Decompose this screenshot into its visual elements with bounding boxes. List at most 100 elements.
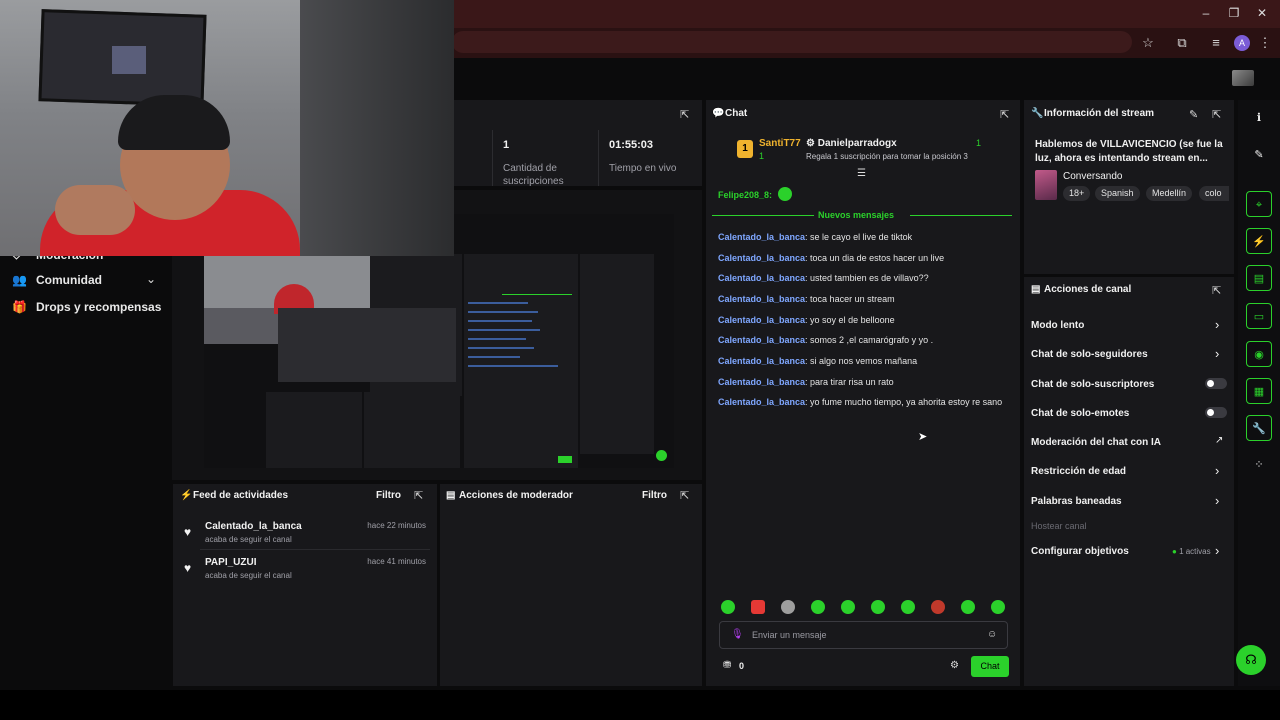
action-ai-moderation[interactable]: Moderación del chat con IA — [1031, 437, 1161, 448]
emote-icon[interactable] — [991, 600, 1005, 614]
lightning-icon[interactable]: ⚡ — [1246, 228, 1272, 254]
extensions-icon[interactable]: ⧉ — [1173, 35, 1191, 51]
emote-icon[interactable] — [901, 600, 915, 614]
chat-username[interactable]: Calentado_la_banca — [718, 294, 805, 304]
category-thumbnail[interactable] — [1035, 170, 1057, 200]
stream-tag[interactable]: 18+ — [1063, 186, 1091, 201]
preview-new-line — [502, 294, 572, 295]
popout-icon[interactable]: ⇱ — [680, 489, 689, 502]
preview-chat — [464, 254, 578, 468]
popout-icon[interactable]: ⇱ — [680, 108, 689, 121]
chat-text: : toca hacer un stream — [805, 294, 895, 304]
edit-pencil-icon[interactable]: ✎ — [1189, 108, 1198, 121]
chat-bubble-icon[interactable]: ▭ — [1246, 303, 1272, 329]
lightning-icon: ⚡ — [180, 490, 193, 501]
clip-icon[interactable]: ⌖ — [1246, 191, 1272, 217]
action-followers-only[interactable]: Chat de solo-seguidores — [1031, 349, 1148, 360]
microphone-icon[interactable]: 🎙 — [731, 629, 744, 640]
chat-send-button[interactable]: Chat — [971, 656, 1009, 677]
nav-item-comunidad[interactable]: 👥 Comunidad — [12, 270, 102, 290]
emote-icon[interactable] — [751, 600, 765, 614]
stream-tag[interactable]: Spanish — [1095, 186, 1140, 201]
nav-item-drops[interactable]: 🎁 Drops y recompensas — [12, 297, 161, 317]
chat-first-user[interactable]: Felipe208_8: — [718, 190, 772, 200]
maximize-icon[interactable]: ❐ — [1226, 6, 1242, 20]
info-icon[interactable]: ℹ — [1246, 105, 1272, 131]
stream-tag[interactable]: Medellín — [1146, 186, 1193, 201]
chat-username[interactable]: Calentado_la_banca — [718, 315, 805, 325]
mod-filter-button[interactable]: Filtro — [642, 490, 667, 501]
chat-message: Calentado_la_banca: toca un dia de estos… — [718, 253, 944, 263]
wrench-icon[interactable]: 🔧 — [1246, 415, 1272, 441]
emote-only-toggle[interactable] — [1205, 407, 1227, 418]
bookmark-star-icon[interactable]: ☆ — [1139, 35, 1157, 51]
layout-icon[interactable]: ▦ — [1246, 378, 1272, 404]
emote-icon[interactable] — [811, 600, 825, 614]
stream-tag[interactable]: colo — [1199, 186, 1229, 201]
feed-item: ♥ Calentado_la_banca acaba de seguir el … — [184, 521, 430, 544]
minimize-icon[interactable]: – — [1198, 6, 1214, 20]
chat-username[interactable]: Calentado_la_banca — [718, 356, 805, 366]
broadcast-icon[interactable]: ◉ — [1246, 341, 1272, 367]
help-headset-icon[interactable]: ☊ — [1236, 645, 1266, 675]
emote-icon[interactable] — [721, 600, 735, 614]
browser-menu-icon[interactable]: ⋮ — [1256, 35, 1274, 51]
chat-text: : toca un dia de estos hacer un live — [805, 253, 945, 263]
emote-icon[interactable] — [961, 600, 975, 614]
edit-pencil-icon[interactable]: ✎ — [1246, 142, 1272, 168]
chat-username[interactable]: Calentado_la_banca — [718, 397, 805, 407]
action-age-restriction[interactable]: Restricción de edad — [1031, 466, 1126, 477]
chevron-down-icon[interactable]: ⌄ — [146, 272, 156, 286]
emote-icon[interactable] — [841, 600, 855, 614]
preview-chat-line — [468, 311, 538, 313]
media-controls-icon[interactable]: ≡ — [1207, 35, 1225, 50]
chat-username[interactable]: Calentado_la_banca — [718, 273, 805, 283]
action-emote-only: Chat de solo-emotes — [1031, 408, 1130, 419]
settings-gear-icon[interactable]: ⚙ — [950, 660, 959, 671]
new-messages-divider — [712, 215, 814, 216]
popout-icon[interactable]: ⇱ — [1000, 108, 1009, 121]
action-banned-words[interactable]: Palabras baneadas — [1031, 496, 1122, 507]
dots-icon[interactable]: ⁘ — [1246, 452, 1272, 478]
stat-label: Tiempo en vivo — [609, 163, 677, 174]
popout-icon[interactable]: ⇱ — [1212, 108, 1221, 121]
feed-filter-button[interactable]: Filtro — [376, 490, 401, 501]
gifter-count: 1 — [976, 138, 982, 148]
popout-icon[interactable]: ⇱ — [1212, 284, 1221, 297]
channel-points: 0 — [739, 661, 745, 671]
close-icon[interactable]: ✕ — [1254, 6, 1270, 20]
chevron-right-icon[interactable]: › — [1215, 463, 1219, 478]
popout-icon[interactable]: ⇱ — [414, 489, 423, 502]
webcam-tv-screen — [112, 46, 146, 74]
store-icon[interactable]: ⛃ — [723, 660, 731, 671]
action-slow-mode[interactable]: Modo lento — [1031, 320, 1084, 331]
emote-icon[interactable] — [931, 600, 945, 614]
chevron-right-icon[interactable]: › — [1215, 346, 1219, 361]
stream-title: Hablemos de VILLAVICENCIO (se fue la luz… — [1035, 139, 1223, 164]
chevron-right-icon[interactable]: › — [1215, 493, 1219, 508]
subs-only-toggle[interactable] — [1205, 378, 1227, 389]
profile-avatar[interactable]: A — [1234, 35, 1250, 51]
feed-item-action: acaba de seguir el canal — [205, 571, 292, 580]
emoji-picker-icon[interactable]: ☺ — [987, 629, 997, 640]
chat-username[interactable]: Calentado_la_banca — [718, 253, 805, 263]
leaderboard-rank-badge: 1 — [737, 140, 753, 158]
action-goals[interactable]: Configurar objetivos — [1031, 546, 1129, 557]
emote-icon[interactable] — [781, 600, 795, 614]
user-avatar[interactable] — [1232, 70, 1254, 86]
address-bar[interactable] — [452, 31, 1132, 53]
gifter-row[interactable]: ⚙ Danielparradogx — [806, 138, 897, 149]
chevron-right-icon[interactable]: › — [1215, 317, 1219, 332]
chat-username[interactable]: Calentado_la_banca — [718, 232, 805, 242]
chat-username[interactable]: Calentado_la_banca — [718, 377, 805, 387]
chevron-right-icon[interactable]: › — [1215, 543, 1219, 558]
goals-badge: 1 activas — [1179, 547, 1211, 556]
leader-name[interactable]: SantiT77 — [759, 138, 801, 149]
chat-username[interactable]: Calentado_la_banca — [718, 335, 805, 345]
emote-icon[interactable] — [871, 600, 885, 614]
external-link-icon[interactable]: ↗ — [1215, 435, 1223, 446]
stream-category[interactable]: Conversando — [1063, 171, 1122, 182]
heart-icon: ♥ — [184, 525, 192, 539]
collapse-icon[interactable]: ☰ — [857, 168, 866, 179]
clipboard-icon[interactable]: ▤ — [1246, 265, 1272, 291]
